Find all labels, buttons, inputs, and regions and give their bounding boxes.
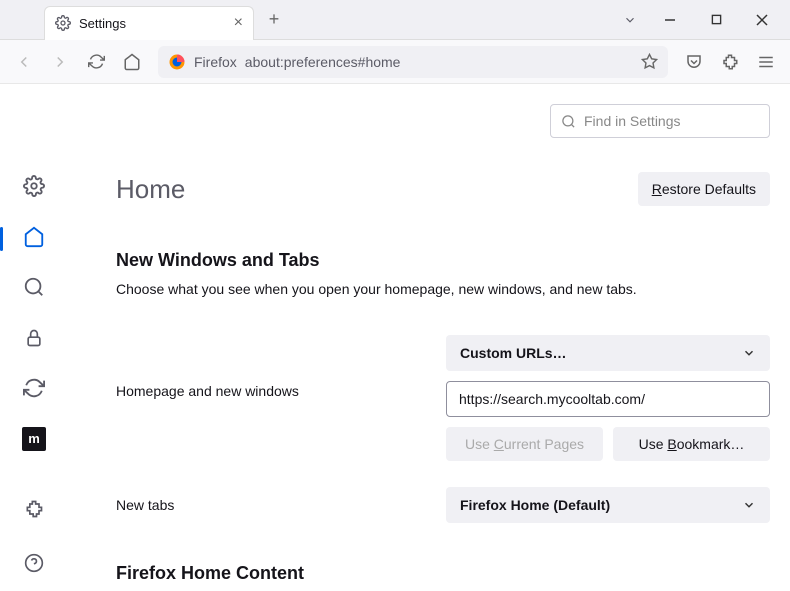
- search-placeholder: Find in Settings: [584, 113, 681, 129]
- page-title: Home: [116, 174, 185, 205]
- forward-button[interactable]: [44, 46, 76, 78]
- new-tab-button[interactable]: +: [260, 6, 288, 34]
- sidebar-item-general[interactable]: [16, 170, 52, 203]
- app-menu-icon[interactable]: [750, 46, 782, 78]
- close-window-button[interactable]: [740, 4, 784, 36]
- search-icon: [561, 114, 576, 129]
- extensions-icon[interactable]: [714, 46, 746, 78]
- window-controls: [648, 4, 790, 36]
- nav-toolbar: Firefox about:preferences#home: [0, 40, 790, 84]
- maximize-button[interactable]: [694, 4, 738, 36]
- sidebar-item-search[interactable]: [16, 271, 52, 304]
- section-heading: New Windows and Tabs: [116, 250, 770, 271]
- pocket-icon[interactable]: [678, 46, 710, 78]
- chevron-down-icon: [742, 346, 756, 360]
- select-value: Firefox Home (Default): [460, 497, 610, 513]
- sidebar-item-help[interactable]: [16, 545, 52, 581]
- tab-title: Settings: [79, 16, 126, 31]
- titlebar: Settings × +: [0, 0, 790, 40]
- sidebar-item-sync[interactable]: [16, 372, 52, 405]
- newtabs-select[interactable]: Firefox Home (Default): [446, 487, 770, 523]
- use-current-pages-button[interactable]: Use Current Pages: [446, 427, 603, 461]
- sidebar-item-extensions[interactable]: [16, 491, 52, 527]
- home-button[interactable]: [116, 46, 148, 78]
- sidebar-item-home[interactable]: [16, 221, 52, 254]
- settings-sidebar: m: [0, 84, 68, 591]
- restore-defaults-button[interactable]: Restore Defaults: [638, 172, 770, 206]
- chevron-down-icon: [742, 498, 756, 512]
- homepage-select[interactable]: Custom URLs…: [446, 335, 770, 371]
- homepage-label: Homepage and new windows: [116, 335, 446, 399]
- back-button[interactable]: [8, 46, 40, 78]
- minimize-button[interactable]: [648, 4, 692, 36]
- sidebar-item-mdn[interactable]: m: [16, 423, 52, 456]
- newtabs-label: New tabs: [116, 497, 446, 513]
- tabs-dropdown-icon[interactable]: [612, 13, 648, 27]
- identity-label: Firefox: [194, 54, 237, 70]
- settings-main: Find in Settings Home Restore Defaults N…: [68, 84, 790, 591]
- close-icon[interactable]: ×: [234, 14, 243, 32]
- homepage-url-input[interactable]: [446, 381, 770, 417]
- use-bookmark-button[interactable]: Use Bookmark…: [613, 427, 770, 461]
- gear-icon: [55, 15, 71, 31]
- url-text: about:preferences#home: [245, 54, 401, 70]
- browser-tab[interactable]: Settings ×: [44, 6, 254, 40]
- content-area: m Find in Settings Home Restore Defaults…: [0, 84, 790, 591]
- sidebar-item-privacy[interactable]: [16, 322, 52, 355]
- mdn-icon: m: [22, 427, 46, 451]
- select-value: Custom URLs…: [460, 345, 567, 361]
- url-bar[interactable]: Firefox about:preferences#home: [158, 46, 668, 78]
- bookmark-star-icon[interactable]: [641, 53, 658, 70]
- section-desc: Choose what you see when you open your h…: [116, 281, 770, 297]
- firefox-home-heading: Firefox Home Content: [116, 563, 770, 584]
- firefox-icon: [168, 53, 186, 71]
- reload-button[interactable]: [80, 46, 112, 78]
- find-in-settings-input[interactable]: Find in Settings: [550, 104, 770, 138]
